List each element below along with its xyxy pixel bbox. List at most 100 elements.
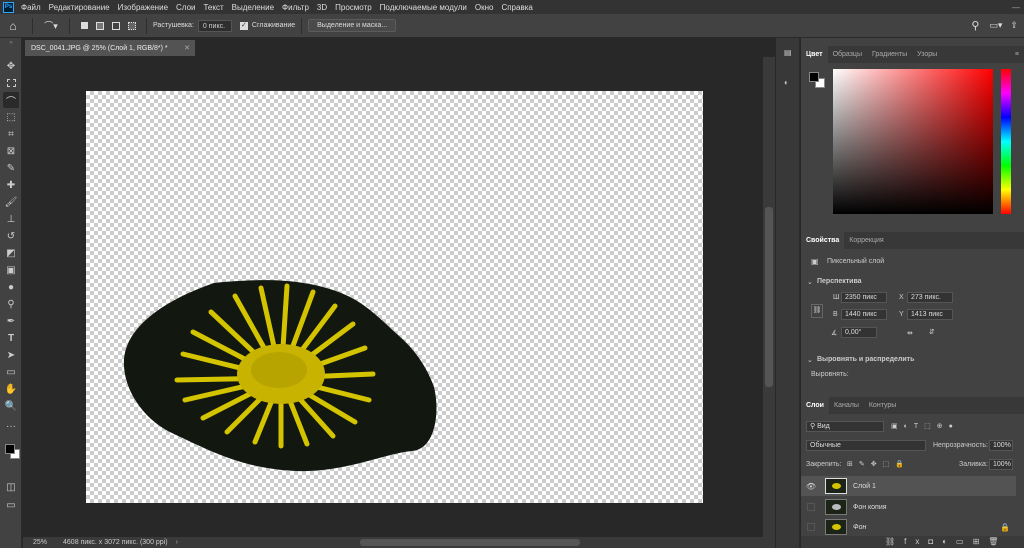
tab-gradients[interactable]: Градиенты (867, 46, 912, 63)
menu-image[interactable]: Изображение (118, 3, 168, 12)
vertical-scrollbar[interactable] (763, 57, 775, 537)
lasso-tool-icon[interactable]: ⌒ (3, 92, 19, 108)
gradient-tool-icon[interactable]: ▣ (3, 262, 19, 278)
share-icon[interactable]: ⇪ (1010, 20, 1018, 31)
flip-vertical-icon[interactable]: ⇵ (929, 328, 935, 336)
tab-paths[interactable]: Контуры (864, 397, 901, 414)
x-input[interactable]: 273 пикс. (907, 292, 953, 303)
object-selection-tool-icon[interactable]: ⬚ (3, 109, 19, 125)
dodge-tool-icon[interactable]: ⚲ (3, 296, 19, 312)
lock-icons[interactable]: ⊞✎✥⬚🔒 (847, 460, 910, 468)
subtract-selection-icon[interactable] (108, 21, 124, 30)
minimize-icon[interactable]: — (1012, 3, 1020, 12)
rectangle-tool-icon[interactable]: ▭ (3, 364, 19, 380)
path-selection-tool-icon[interactable]: ➤ (3, 347, 19, 363)
tab-color[interactable]: Цвет (801, 46, 828, 63)
y-input[interactable]: 1413 пикс (907, 309, 953, 320)
tab-layers[interactable]: Слои (801, 397, 829, 414)
stamp-tool-icon[interactable]: ⊥ (3, 211, 19, 227)
lasso-tool-preset-icon[interactable]: ⌒▾ (39, 19, 63, 32)
move-tool-icon[interactable]: ✥ (3, 58, 19, 74)
color-field[interactable] (833, 69, 993, 214)
menu-filter[interactable]: Фильтр (282, 3, 309, 12)
layer-row[interactable]: Фон 🔒 (801, 517, 1016, 537)
frame-tool-icon[interactable]: ⊠ (3, 143, 19, 159)
height-input[interactable]: 1440 пикс (841, 309, 887, 320)
adjust-panel-icon[interactable]: ◐ (784, 78, 789, 87)
visibility-toggle[interactable] (807, 523, 815, 531)
menu-layers[interactable]: Слои (176, 3, 195, 12)
visibility-toggle[interactable] (807, 503, 815, 511)
tab-swatches[interactable]: Образцы (828, 46, 867, 63)
foreground-color-swatch[interactable] (5, 444, 15, 454)
brush-tool-icon[interactable]: 🖌 (3, 194, 19, 210)
menu-edit[interactable]: Редактирование (49, 3, 110, 12)
blur-tool-icon[interactable]: ● (3, 279, 19, 295)
tab-channels[interactable]: Каналы (829, 397, 864, 414)
type-tool-icon[interactable]: T (3, 330, 19, 346)
document-tab[interactable]: DSC_0041.JPG @ 25% (Слой 1, RGB/8*) * ✕ (25, 40, 195, 56)
width-input[interactable]: 2350 пикс (841, 292, 887, 303)
canvas-area[interactable] (23, 57, 763, 537)
search-icon[interactable]: ⚲ (971, 19, 979, 32)
flip-horizontal-icon[interactable]: ⇹ (907, 329, 913, 337)
opacity-input[interactable]: 100% (989, 440, 1013, 451)
document-canvas[interactable] (86, 91, 703, 503)
hue-slider[interactable] (1001, 69, 1011, 214)
close-icon[interactable]: ✕ (184, 44, 190, 52)
eraser-tool-icon[interactable]: ◩ (3, 245, 19, 261)
marquee-tool-icon[interactable] (3, 75, 19, 91)
scroll-thumb[interactable] (360, 539, 580, 546)
angle-input[interactable]: 0,00° (841, 327, 877, 338)
fill-input[interactable]: 100% (989, 459, 1013, 470)
edit-toolbar-icon[interactable]: ··· (3, 418, 19, 434)
visibility-eye-icon[interactable]: 👁 (805, 482, 817, 491)
antialias-checkbox[interactable]: ✓ (239, 21, 248, 30)
zoom-tool-icon[interactable]: 🔍 (3, 398, 19, 414)
layer-row[interactable]: Фон копия (801, 497, 1016, 517)
blend-mode-select[interactable]: Обычные (806, 440, 926, 451)
intersect-selection-icon[interactable] (124, 21, 140, 30)
panel-menu-icon[interactable]: ≡ (1010, 46, 1024, 63)
menu-3d[interactable]: 3D (317, 3, 327, 12)
zoom-level[interactable]: 25% (33, 539, 47, 546)
eyedropper-tool-icon[interactable]: ✎ (3, 160, 19, 176)
section-collapse-icon[interactable]: ⌄ (807, 356, 813, 364)
crop-tool-icon[interactable]: ⌗ (3, 126, 19, 142)
history-panel-icon[interactable]: ▤ (784, 48, 792, 57)
layer-filter-icons[interactable]: ▣◐T⬚⊕● (891, 422, 959, 430)
layer-action-icons[interactable]: ⛓fx◘◐▭⊞🗑 (885, 537, 1007, 546)
scroll-thumb[interactable] (765, 207, 773, 387)
add-selection-icon[interactable] (92, 21, 108, 30)
history-brush-tool-icon[interactable]: ↺ (3, 228, 19, 244)
tab-adjustments[interactable]: Коррекция (844, 232, 888, 249)
menu-file[interactable]: Файл (21, 3, 41, 12)
pen-tool-icon[interactable]: ✒ (3, 313, 19, 329)
panel-collapse-icon[interactable]: » (3, 40, 19, 46)
menu-help[interactable]: Справка (501, 3, 532, 12)
default-colors-icon[interactable] (3, 436, 8, 441)
screen-mode-icon[interactable]: ▭ (3, 497, 19, 513)
menu-type[interactable]: Текст (203, 3, 223, 12)
menu-window[interactable]: Окно (475, 3, 494, 12)
layer-row[interactable]: 👁 Слой 1 (801, 476, 1016, 496)
menu-plugins[interactable]: Подключаемые модули (380, 3, 467, 12)
tab-properties[interactable]: Свойства (801, 232, 845, 249)
foreground-color-swatch[interactable] (809, 72, 819, 82)
color-swatches[interactable] (3, 436, 20, 462)
menu-view[interactable]: Просмотр (335, 3, 372, 12)
quick-mask-icon[interactable]: ◫ (3, 479, 19, 495)
new-selection-icon[interactable] (76, 22, 92, 29)
menu-select[interactable]: Выделение (232, 3, 274, 12)
horizontal-scrollbar[interactable] (200, 539, 760, 546)
home-icon[interactable]: ⌂ (0, 19, 26, 33)
status-arrow-icon[interactable]: › (176, 539, 178, 546)
layer-filter-select[interactable]: ⚲ Вид (806, 421, 884, 432)
section-collapse-icon[interactable]: ⌄ (807, 278, 813, 286)
tab-patterns[interactable]: Узоры (912, 46, 942, 63)
hand-tool-icon[interactable]: ✋ (3, 381, 19, 397)
select-and-mask-button[interactable]: Выделение и маска... (308, 19, 397, 32)
feather-input[interactable]: 0 пикс. (197, 19, 232, 32)
workspace-icon[interactable]: ▭▾ (989, 20, 1002, 31)
link-icon[interactable]: ⛓ (811, 304, 823, 318)
